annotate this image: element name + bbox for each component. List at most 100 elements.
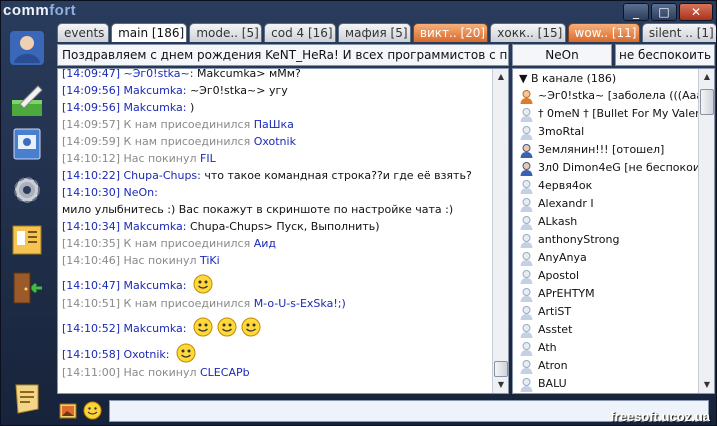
image-icon[interactable] (59, 402, 77, 420)
system-text: Нас покинул (120, 254, 200, 267)
tab-2[interactable]: mode.. [5] (189, 23, 263, 42)
system-nick[interactable]: Аид (254, 237, 276, 250)
tab-7[interactable]: wow.. [11] (567, 23, 640, 42)
chat-message: [14:10:30] NeOn: (62, 184, 490, 201)
scroll-down-icon[interactable]: ▼ (494, 378, 508, 392)
close-button[interactable]: ✕ (679, 3, 713, 21)
chat-message: [14:09:57] К нам присоединился ПаШка (62, 116, 490, 133)
user-list-item[interactable]: Asstet (515, 321, 698, 339)
user-list-item[interactable]: ArtiST (515, 303, 698, 321)
user-list-item[interactable]: ALkash (515, 213, 698, 231)
scroll-icon[interactable] (8, 379, 46, 417)
system-nick[interactable]: FIL (200, 152, 216, 165)
scroll-down-icon[interactable]: ▼ (700, 378, 714, 392)
user-icon (520, 179, 533, 194)
timestamp: [14:10:58] (62, 348, 120, 361)
exit-door-icon[interactable] (8, 269, 46, 307)
smiley-icon[interactable] (83, 401, 102, 420)
tab-6[interactable]: хокк.. [15] (490, 23, 566, 42)
message-author[interactable]: Oxotnik: (124, 346, 170, 363)
message-author[interactable]: Makcumka: (124, 101, 187, 114)
user-list-item[interactable]: † 0meN † [Bullet For My Valentine] (515, 105, 698, 123)
user-list-item[interactable]: Apostol (515, 267, 698, 285)
chat-message: [14:10:52] Makcumka: (62, 312, 490, 338)
system-nick[interactable]: CLECAPb (200, 366, 250, 379)
message-author[interactable]: ~Эг0!stka~: (124, 69, 194, 80)
user-icon (520, 287, 533, 302)
scroll-up-icon[interactable]: ▲ (494, 70, 508, 84)
user-name: † 0meN † [Bullet For My Valentine] (538, 107, 698, 120)
message-author[interactable]: Makcumka: (124, 84, 187, 97)
user-list: ▼ В канале (186) ~Эг0!stka~ [заболела ((… (515, 71, 698, 393)
user-list-item[interactable]: AnyAnya (515, 249, 698, 267)
current-nick-field[interactable]: NeOn (512, 44, 612, 66)
user-name: Alexandr I (538, 197, 594, 210)
user-list-item[interactable]: Atron (515, 357, 698, 375)
watermark: freesoft.ucoz.ua (610, 409, 710, 424)
scroll-thumb[interactable] (494, 361, 508, 377)
timestamp: [14:10:35] (62, 237, 120, 250)
timestamp: [14:10:47] (62, 279, 120, 292)
group-header[interactable]: ▼ В канале (186) (515, 71, 698, 87)
user-list-item[interactable]: 3moRtal (515, 123, 698, 141)
timestamp: [14:09:56] (62, 84, 120, 97)
channel-topic: Поздравляем с днем рождения KeNT_HeRa! И… (57, 44, 509, 66)
user-list-item[interactable]: APrEHTYM (515, 285, 698, 303)
minimize-button[interactable]: _ (623, 3, 649, 21)
message-author[interactable]: Makcumka: (124, 220, 187, 233)
tab-8[interactable]: silent .. [1] (641, 23, 716, 42)
chat-message: [14:10:51] К нам присоединился M-o-U-s-E… (62, 295, 490, 312)
user-name: ArtiST (538, 305, 572, 318)
user-list-item[interactable]: 3л0 Dimon4eG [не беспокоить] (515, 159, 698, 177)
chat-message: [14:09:59] К нам присоединился Oxotnik (62, 133, 490, 150)
status-selector[interactable]: не беспокоить (615, 44, 715, 66)
tab-1[interactable]: main [186] (111, 23, 188, 42)
chat-message: мило улыбнитесь :) Вас покажут в скриншо… (62, 201, 490, 218)
user-list-item[interactable]: anthonyStrong (515, 231, 698, 249)
scroll-up-icon[interactable]: ▲ (700, 70, 714, 84)
userlist-scrollbar[interactable]: ▲ ▼ (698, 69, 714, 393)
collapse-arrow-icon[interactable]: ▼ (519, 72, 531, 85)
user-name: 4ервя4ок (538, 179, 593, 192)
tab-3[interactable]: cod 4 [16] (264, 23, 337, 42)
system-nick[interactable]: M-o-U-s-ExSka!;) (254, 297, 346, 310)
notes-icon[interactable] (8, 221, 46, 259)
settings-gear-icon[interactable] (8, 171, 46, 209)
message-author[interactable]: Makcumka: (124, 277, 187, 294)
user-profile-icon[interactable] (8, 29, 46, 67)
timestamp: [14:10:34] (62, 220, 120, 233)
smiley-emoticon-icon (241, 317, 261, 337)
user-icon (520, 305, 533, 320)
tab-5[interactable]: викт.. [20] (412, 23, 489, 42)
user-name: Землянин!!! [отошел] (538, 143, 665, 156)
chat-scrollbar[interactable]: ▲ ▼ (492, 69, 508, 393)
user-list-item[interactable]: ~Эг0!stka~ [заболела (((Аааа] (515, 87, 698, 105)
scroll-thumb[interactable] (700, 89, 714, 115)
user-list-item[interactable]: Ath (515, 339, 698, 357)
timestamp: [14:10:12] (62, 152, 120, 165)
messages-icon[interactable] (8, 125, 46, 163)
system-nick[interactable]: ПаШка (254, 118, 294, 131)
tab-4[interactable]: мафия [5] (338, 23, 411, 42)
chat-message: [14:10:58] Oxotnik: (62, 338, 490, 364)
maximize-button[interactable]: □ (651, 3, 677, 21)
user-list-item[interactable]: 4ервя4ок (515, 177, 698, 195)
system-nick[interactable]: Oxotnik (254, 135, 296, 148)
user-list-item[interactable]: Alexandr I (515, 195, 698, 213)
user-list-item[interactable]: Землянин!!! [отошел] (515, 141, 698, 159)
system-text: К нам присоединился (120, 297, 254, 310)
message-author[interactable]: NeOn: (124, 186, 158, 199)
message-author[interactable]: Makcumka: (124, 320, 187, 337)
system-nick[interactable]: TiKi (200, 254, 220, 267)
user-icon (520, 215, 533, 230)
chat-message: [14:10:12] Нас покинул FIL (62, 150, 490, 167)
user-list-item[interactable]: BALU (515, 375, 698, 393)
chat-log[interactable]: [14:09:47] ~Эг0!stka~: Makcumka> мМм? [14… (57, 68, 509, 394)
user-icon (520, 125, 533, 140)
timestamp: [14:10:22] (62, 169, 120, 182)
edit-icon[interactable] (8, 82, 46, 120)
chat-message: [14:09:47] ~Эг0!stka~: Makcumka> мМм? (62, 69, 490, 82)
user-list-panel[interactable]: ▼ В канале (186) ~Эг0!stka~ [заболела ((… (512, 68, 715, 394)
message-author[interactable]: Chupa-Chups: (124, 169, 201, 182)
tab-0[interactable]: events (57, 23, 110, 42)
